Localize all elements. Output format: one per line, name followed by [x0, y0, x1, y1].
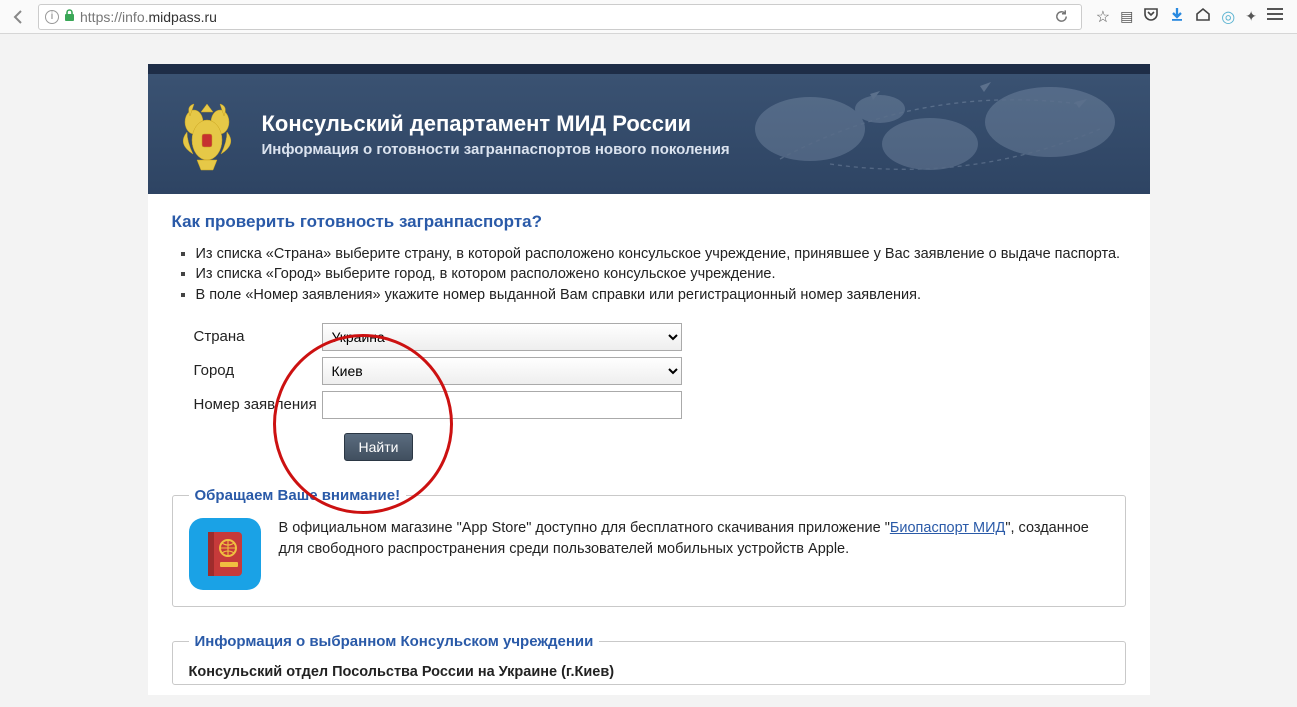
download-icon[interactable]	[1169, 6, 1185, 27]
back-button[interactable]	[6, 4, 32, 30]
instructions-item: Из списка «Город» выберите город, в кото…	[196, 264, 1126, 284]
country-label: Страна	[172, 328, 322, 345]
home-icon[interactable]	[1195, 6, 1211, 27]
notice-legend: Обращаем Ваше внимание!	[189, 487, 407, 504]
header-title: Консульский департамент МИД России	[262, 111, 730, 137]
instructions-item: Из списка «Страна» выберите страну, в ко…	[196, 244, 1126, 264]
emblem-icon	[172, 94, 242, 174]
instructions-heading: Как проверить готовность загранпаспорта?	[172, 212, 1126, 232]
content: Как проверить готовность загранпаспорта?…	[148, 194, 1150, 695]
star-icon[interactable]: ☆	[1096, 7, 1110, 27]
city-label: Город	[172, 362, 322, 379]
url-prefix: https://	[80, 9, 122, 25]
notice-text-before: В официальном магазине "App Store" досту…	[279, 520, 890, 536]
library-icon[interactable]: ▤	[1120, 8, 1133, 25]
instructions-item: В поле «Номер заявления» укажите номер в…	[196, 285, 1126, 305]
appnum-label: Номер заявления	[172, 396, 322, 413]
browser-toolbar: i https://info.midpass.ru ☆ ▤ ◎ ✦	[0, 0, 1297, 34]
notice-text: В официальном магазине "App Store" досту…	[279, 518, 1109, 560]
url-domain: midpass.ru	[149, 9, 217, 25]
url-sub: info.	[122, 9, 148, 25]
address-bar[interactable]: i https://info.midpass.ru	[38, 4, 1082, 30]
consulate-legend: Информация о выбранном Консульском учреж…	[189, 633, 600, 650]
country-select[interactable]: Украина	[322, 323, 682, 351]
consulate-box: Информация о выбранном Консульском учреж…	[172, 633, 1126, 685]
menu-icon[interactable]	[1267, 7, 1283, 26]
notice-box: Обращаем Ваше внимание! В официальном ма…	[172, 487, 1126, 607]
find-button[interactable]: Найти	[344, 433, 414, 461]
appnum-input[interactable]	[322, 391, 682, 419]
url-text: https://info.midpass.ru	[80, 9, 217, 25]
pocket-icon[interactable]	[1143, 6, 1159, 27]
bio-passport-link[interactable]: Биопаспорт МИД	[890, 520, 1006, 536]
consulate-title: Консульский отдел Посольства России на У…	[189, 664, 1109, 680]
addon-icon[interactable]: ✦	[1245, 8, 1257, 25]
city-select[interactable]: Киев	[322, 357, 682, 385]
header-subtitle: Информация о готовности загранпаспортов …	[262, 141, 730, 158]
app-icon	[189, 518, 261, 590]
page: Консульский департамент МИД России Инфор…	[148, 64, 1150, 695]
header: Консульский департамент МИД России Инфор…	[148, 74, 1150, 194]
toolbar-icons: ☆ ▤ ◎ ✦	[1088, 6, 1291, 27]
instructions-list: Из списка «Страна» выберите страну, в ко…	[172, 244, 1126, 305]
info-icon: i	[45, 10, 59, 24]
top-strip	[148, 64, 1150, 74]
water-icon[interactable]: ◎	[1221, 7, 1235, 27]
reload-button[interactable]	[1049, 9, 1075, 24]
worldmap-decor	[720, 74, 1150, 194]
lock-icon	[64, 9, 75, 25]
